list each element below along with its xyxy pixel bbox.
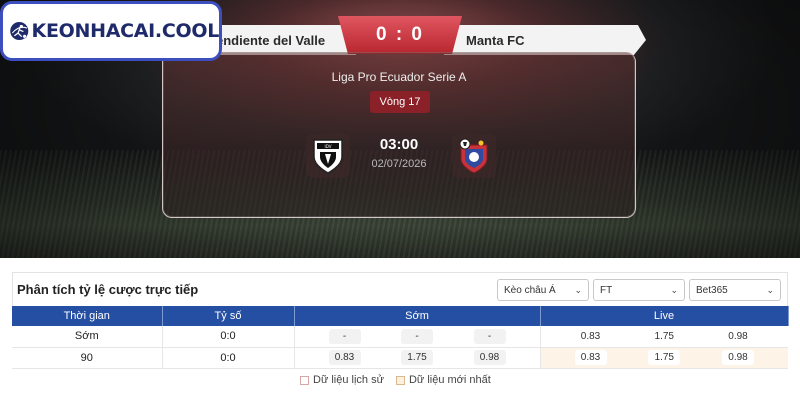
legend-history-swatch xyxy=(300,375,309,385)
live-odds-cell: 0.83 1.75 0.98 xyxy=(540,326,788,348)
odds-value: 0.83 xyxy=(574,350,607,365)
legend-latest-label: Dữ liệu mới nhất xyxy=(408,374,491,386)
odds-table: Thời gian Tỷ số Sớm Live Sớm 0:0 - - - 0… xyxy=(12,306,789,369)
home-team-name: endiente del Valle xyxy=(216,32,326,48)
away-team-name: Manta FC xyxy=(466,32,525,48)
row-time: Sớm xyxy=(12,326,163,348)
odds-value: - xyxy=(328,328,361,344)
odds-value: 0.83 xyxy=(328,350,361,365)
score-display: 0 : 0 xyxy=(338,16,462,54)
chevron-down-icon: ⌄ xyxy=(574,285,582,295)
period-select-value: FT xyxy=(600,284,613,296)
team-crest-icon xyxy=(459,138,488,174)
table-header-row: Thời gian Tỷ số Sớm Live xyxy=(12,306,789,326)
odds-value: 1.75 xyxy=(648,350,681,365)
column-header-live: Live xyxy=(540,306,789,326)
table-row: Sớm 0:0 - - - 0.83 1.75 0.98 xyxy=(12,326,788,348)
logo-text: KEONHACAI.COOL xyxy=(31,20,220,42)
odds-value: 1.75 xyxy=(401,350,433,365)
legend-latest: Dữ liệu mới nhất xyxy=(395,374,491,386)
market-select-value: Kèo châu Á xyxy=(504,284,556,296)
match-info-card: Liga Pro Ecuador Serie A Vòng 17 IDV 03:… xyxy=(162,52,636,218)
site-logo[interactable]: KEONHACAI.COOL xyxy=(0,1,222,61)
period-select[interactable]: FT ⌄ xyxy=(593,279,685,301)
row-score: 0:0 xyxy=(162,326,295,348)
row-time: 90 xyxy=(12,347,163,369)
score-text: 0 : 0 xyxy=(375,24,425,45)
odds-value: 0.98 xyxy=(722,350,754,365)
legend-history-label: Dữ liệu lịch sử xyxy=(313,374,384,386)
odds-value: - xyxy=(473,328,506,344)
chevron-down-icon: ⌄ xyxy=(670,285,678,295)
odds-legend: Dữ liệu lịch sử Dữ liệu mới nhất xyxy=(300,374,503,386)
odds-value: 0.98 xyxy=(473,350,506,365)
column-header-time: Thời gian xyxy=(12,306,163,326)
live-odds-cell: 0.83 1.75 0.98 xyxy=(540,347,788,369)
odds-value: - xyxy=(401,328,433,344)
market-select[interactable]: Kèo châu Á ⌄ xyxy=(497,279,589,301)
odds-panel-header: Phân tích tỷ lệ cược trực tiếp Kèo châu … xyxy=(12,272,788,306)
chevron-down-icon: ⌄ xyxy=(766,285,774,295)
soccer-player-logo-icon xyxy=(10,21,29,41)
odds-value: 1.75 xyxy=(648,328,681,344)
round-badge: Vòng 17 xyxy=(370,91,430,113)
kickoff-date: 02/07/2026 xyxy=(371,158,427,170)
table-row: 90 0:0 0.83 1.75 0.98 0.83 1.75 0.98 xyxy=(12,347,788,369)
odds-value: 0.98 xyxy=(722,328,754,344)
away-team-crest[interactable] xyxy=(452,134,496,178)
column-header-early: Sớm xyxy=(294,306,541,326)
early-odds-cell: - - - xyxy=(294,326,541,348)
bookmaker-select-value: Bet365 xyxy=(696,284,728,296)
away-team-bar[interactable]: Manta FC xyxy=(444,25,646,55)
legend-history: Dữ liệu lịch sử xyxy=(300,374,384,386)
odds-value: 0.83 xyxy=(574,328,607,344)
kickoff-time: 03:00 xyxy=(379,136,419,153)
legend-latest-swatch xyxy=(395,375,405,385)
odds-panel-title: Phân tích tỷ lệ cược trực tiếp xyxy=(17,282,199,297)
early-odds-cell: 0.83 1.75 0.98 xyxy=(294,347,541,369)
bookmaker-select[interactable]: Bet365 ⌄ xyxy=(689,279,781,301)
column-header-score: Tỷ số xyxy=(162,306,295,326)
league-name[interactable]: Liga Pro Ecuador Serie A xyxy=(163,70,635,84)
row-score: 0:0 xyxy=(162,347,295,369)
